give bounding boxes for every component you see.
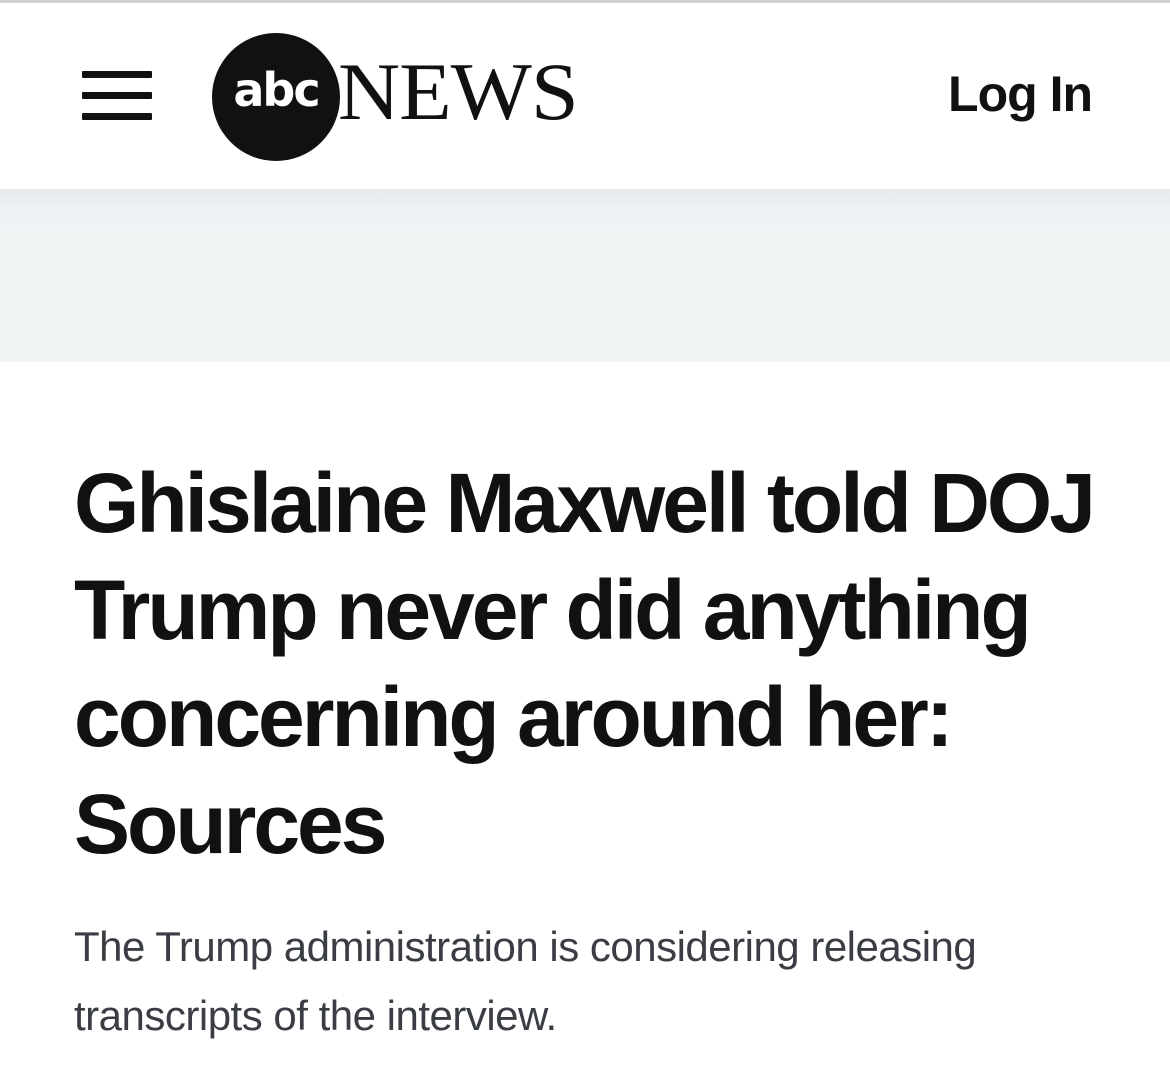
article-subheadline: The Trump administration is considering … [74,923,977,1039]
login-button[interactable]: Log In [948,69,1093,119]
ad-placeholder [0,189,1170,362]
logo-news-text: NEWS [338,46,579,137]
article-headline: Ghislaine Maxwell told DOJ Trump never d… [74,456,1096,871]
menu-bar [82,113,152,120]
menu-bar [82,92,152,99]
menu-bar [82,71,152,78]
page: abc NEWS Log In Ghislaine Maxwell told D… [0,0,1170,1077]
hamburger-menu-icon[interactable] [82,69,152,125]
abc-news-logo[interactable]: abc NEWS [212,33,612,163]
site-header: abc NEWS Log In [0,3,1170,189]
logo-abc-text: abc [233,63,320,117]
article: Ghislaine Maxwell told DOJ Trump never d… [74,450,1096,1050]
